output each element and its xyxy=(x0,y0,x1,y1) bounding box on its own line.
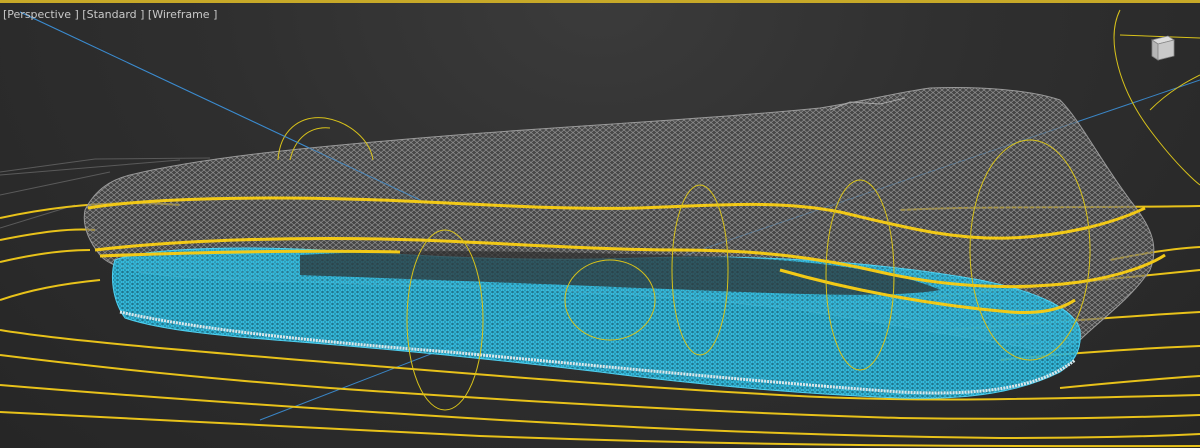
viewport-label-menu: [Perspective ] [Standard ] [Wireframe ] xyxy=(3,8,217,21)
cube-icon[interactable] xyxy=(1140,28,1180,68)
viewport-point-of-view-label[interactable]: [Perspective ] xyxy=(3,8,79,21)
viewport-display-mode-label[interactable]: [Wireframe ] xyxy=(148,8,217,21)
wireframe-scene[interactable] xyxy=(0,0,1200,448)
viewport-perspective[interactable]: [Perspective ] [Standard ] [Wireframe ] xyxy=(0,0,1200,448)
viewport-shading-label[interactable]: [Standard ] xyxy=(82,8,144,21)
